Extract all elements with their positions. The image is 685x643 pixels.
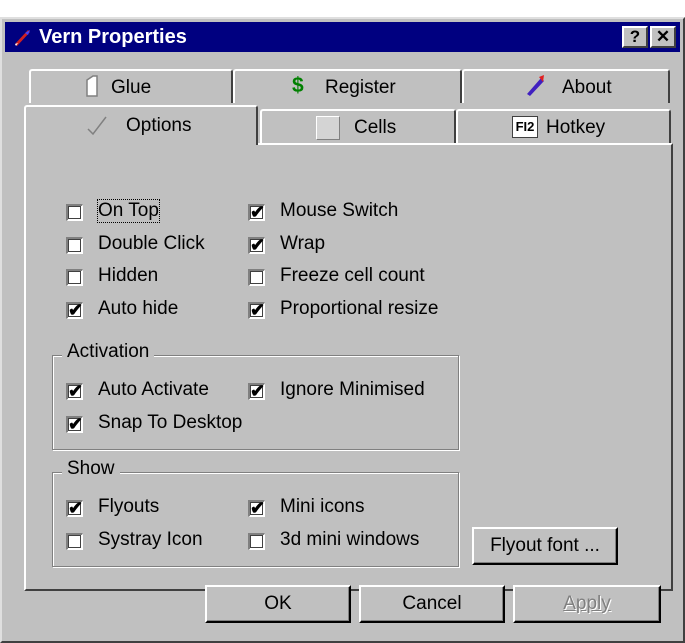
auto-hide-label[interactable]: Auto hide (98, 298, 178, 320)
mouse-switch-label[interactable]: Mouse Switch (280, 200, 398, 222)
document-icon (86, 75, 98, 97)
check-mark: ✔ (68, 498, 84, 518)
proportional-resize-label[interactable]: Proportional resize (280, 298, 438, 320)
auto-activate-label[interactable]: Auto Activate (98, 379, 209, 401)
check-mark: ✔ (68, 414, 84, 434)
systray-icon-label[interactable]: Systray Icon (98, 529, 203, 551)
apply-button[interactable]: Apply (513, 585, 661, 623)
wrap-label[interactable]: Wrap (280, 233, 325, 255)
flyout-font-button-label: Flyout font ... (490, 535, 600, 556)
on-top-checkbox[interactable] (66, 204, 83, 221)
tab-hotkey-label: Hotkey (546, 117, 606, 138)
f12-key-icon: FI2 (512, 116, 538, 138)
double-click-label[interactable]: Double Click (98, 233, 205, 255)
tab-cells-label: Cells (354, 117, 397, 138)
show-group-title: Show (62, 458, 120, 480)
hidden-checkbox[interactable] (66, 269, 83, 286)
3d-mini-windows-label[interactable]: 3d mini windows (280, 529, 419, 551)
flyout-font-button[interactable]: Flyout font ... (472, 527, 618, 565)
properties-window: Vern Properties ? ✕ Glue $ Register Abou… (0, 17, 685, 643)
apply-button-label: Apply (563, 593, 611, 614)
systray-icon-checkbox[interactable] (66, 533, 83, 550)
ok-button-label: OK (264, 593, 292, 614)
cancel-button[interactable]: Cancel (359, 585, 505, 623)
ignore-minimised-label[interactable]: Ignore Minimised (280, 379, 425, 401)
tab-options-label: Options (126, 115, 192, 136)
snap-to-desktop-checkbox[interactable]: ✔ (66, 414, 83, 434)
tab-about[interactable]: About (462, 69, 670, 103)
mouse-switch-checkbox[interactable]: ✔ (248, 202, 265, 222)
freeze-cell-count-checkbox[interactable] (248, 269, 265, 286)
quill-icon (527, 75, 544, 96)
check-mark: ✔ (250, 202, 266, 222)
dollar-icon: $ (292, 74, 304, 97)
help-glyph: ? (629, 27, 641, 46)
tab-cells[interactable]: Cells (260, 109, 456, 143)
auto-hide-checkbox[interactable]: ✔ (66, 300, 83, 320)
tab-options[interactable]: Options (24, 105, 258, 145)
ignore-minimised-checkbox[interactable]: ✔ (248, 381, 265, 401)
activation-group-title: Activation (62, 341, 155, 363)
flyouts-label[interactable]: Flyouts (98, 496, 159, 518)
mini-icons-checkbox[interactable]: ✔ (248, 498, 265, 518)
ok-button[interactable]: OK (205, 585, 351, 623)
flyouts-checkbox[interactable]: ✔ (66, 498, 83, 518)
on-top-label[interactable]: On Top (97, 199, 160, 223)
window-title: Vern Properties (39, 26, 187, 48)
cancel-button-label: Cancel (402, 593, 462, 614)
tab-about-label: About (562, 77, 612, 98)
help-button[interactable]: ? (622, 26, 648, 48)
vern-app-icon (15, 30, 30, 46)
tab-hotkey[interactable]: FI2 Hotkey (456, 109, 671, 143)
check-mark: ✔ (68, 300, 84, 320)
tab-register[interactable]: $ Register (233, 69, 462, 103)
check-mark: ✔ (250, 381, 266, 401)
check-mark: ✔ (250, 300, 266, 320)
check-mark: ✔ (250, 498, 266, 518)
hidden-label[interactable]: Hidden (98, 265, 158, 287)
mini-icons-label[interactable]: Mini icons (280, 496, 364, 518)
close-button[interactable]: ✕ (650, 26, 676, 48)
wrap-checkbox[interactable]: ✔ (248, 235, 265, 255)
auto-activate-checkbox[interactable]: ✔ (66, 381, 83, 401)
freeze-cell-count-label[interactable]: Freeze cell count (280, 265, 425, 287)
check-mark: ✔ (68, 381, 84, 401)
tab-register-label: Register (325, 77, 396, 98)
cell-icon (316, 116, 340, 140)
tab-glue-label: Glue (111, 77, 152, 98)
tab-glue[interactable]: Glue (29, 69, 233, 103)
check-mark: ✔ (250, 235, 266, 255)
options-page: On Top Double Click Hidden ✔ Auto hide ✔… (24, 143, 673, 591)
close-icon: ✕ (655, 27, 671, 46)
double-click-checkbox[interactable] (66, 237, 83, 254)
3d-mini-windows-checkbox[interactable] (248, 533, 265, 550)
title-bar[interactable]: Vern Properties ? ✕ (5, 22, 680, 52)
snap-to-desktop-label[interactable]: Snap To Desktop (98, 412, 242, 434)
proportional-resize-checkbox[interactable]: ✔ (248, 300, 265, 320)
checkmark-icon (87, 116, 107, 136)
